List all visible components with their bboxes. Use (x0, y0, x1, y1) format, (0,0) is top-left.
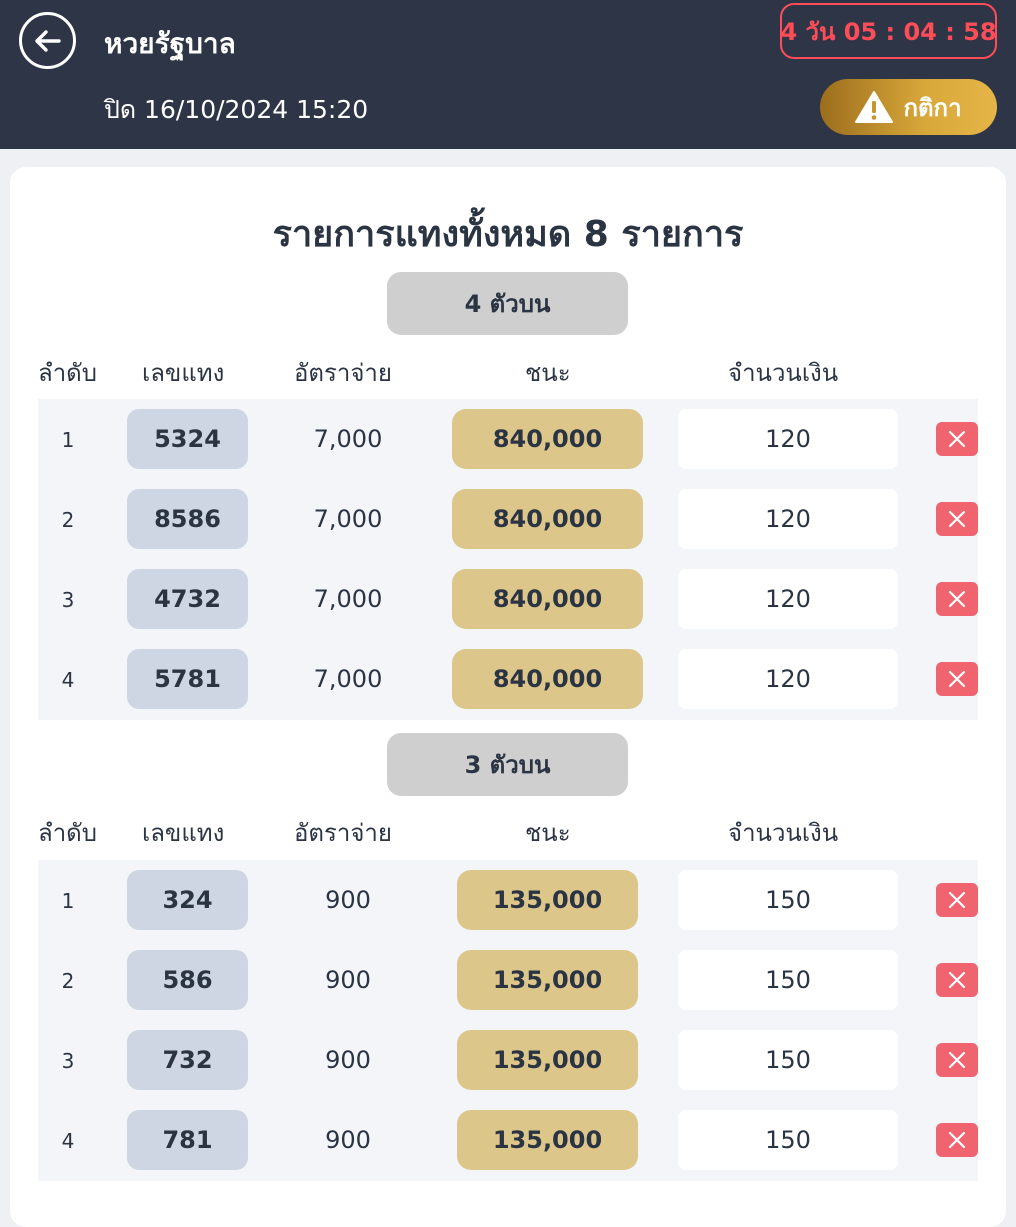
countdown-timer: 4 วัน 05 : 04 : 58 (780, 3, 997, 59)
win-amount: 135,000 (457, 950, 638, 1010)
col-header-number: เลขแทง (142, 819, 225, 847)
bet-amount-input[interactable] (678, 569, 898, 629)
col-header-rate: อัตราจ่าย (294, 359, 392, 387)
bet-number[interactable]: 5324 (127, 409, 248, 469)
bet-number[interactable]: 5781 (127, 649, 248, 709)
bet-summary: รายการแทงทั้งหมด 8 รายการ (272, 214, 744, 255)
rules-label: กติกา (903, 93, 962, 122)
payout-rate: 7,000 (313, 425, 383, 453)
bet-amount-input[interactable] (678, 1110, 898, 1170)
row-index: 1 (61, 889, 75, 913)
payout-rate: 900 (325, 1046, 371, 1074)
col-header-index: ลำดับ (38, 359, 98, 387)
delete-button[interactable] (936, 662, 978, 696)
row-index: 2 (61, 969, 75, 993)
row-index: 3 (61, 588, 75, 612)
close-icon (948, 590, 966, 608)
section-3-top-label: 3 ตัวบน (387, 733, 628, 796)
closing-time: ปิด 16/10/2024 15:20 (104, 95, 369, 124)
page-title: หวยรัฐบาล (104, 27, 236, 60)
bet-amount-input[interactable] (678, 649, 898, 709)
win-amount: 840,000 (452, 409, 643, 469)
col-header-amount: จำนวนเงิน (728, 819, 839, 847)
bet-number[interactable]: 4732 (127, 569, 248, 629)
row-index: 2 (61, 508, 75, 532)
col-header-index: ลำดับ (38, 819, 98, 847)
delete-button[interactable] (936, 1123, 978, 1157)
delete-button[interactable] (936, 883, 978, 917)
back-button[interactable] (19, 12, 76, 69)
col-header-win: ชนะ (525, 359, 571, 387)
win-amount: 840,000 (452, 649, 643, 709)
payout-rate: 900 (325, 966, 371, 994)
delete-button[interactable] (936, 963, 978, 997)
close-icon (948, 1051, 966, 1069)
win-amount: 135,000 (457, 1030, 638, 1090)
close-icon (948, 891, 966, 909)
top-bar: หวยรัฐบาล ปิด 16/10/2024 15:20 4 วัน 05 … (0, 0, 1016, 149)
bet-number[interactable]: 586 (127, 950, 248, 1010)
close-icon (948, 670, 966, 688)
payout-rate: 900 (325, 1126, 371, 1154)
row-index: 4 (61, 668, 75, 692)
delete-button[interactable] (936, 1043, 978, 1077)
warning-icon (855, 91, 894, 123)
payout-rate: 7,000 (313, 585, 383, 613)
win-amount: 135,000 (457, 1110, 638, 1170)
bet-amount-input[interactable] (678, 950, 898, 1010)
close-icon (948, 971, 966, 989)
win-amount: 135,000 (457, 870, 638, 930)
row-index: 4 (61, 1129, 75, 1153)
col-header-number: เลขแทง (142, 359, 225, 387)
payout-rate: 7,000 (313, 505, 383, 533)
win-amount: 840,000 (452, 569, 643, 629)
rules-button[interactable]: กติกา (820, 79, 997, 135)
bet-number[interactable]: 324 (127, 870, 248, 930)
win-amount: 840,000 (452, 489, 643, 549)
row-index: 3 (61, 1049, 75, 1073)
bet-amount-input[interactable] (678, 489, 898, 549)
close-icon (948, 430, 966, 448)
arrow-left-icon (34, 29, 61, 52)
section-4-top-label: 4 ตัวบน (387, 272, 628, 335)
payout-rate: 7,000 (313, 665, 383, 693)
row-index: 1 (61, 428, 75, 452)
delete-button[interactable] (936, 582, 978, 616)
close-icon (948, 1131, 966, 1149)
delete-button[interactable] (936, 422, 978, 456)
close-icon (948, 510, 966, 528)
bet-number[interactable]: 732 (127, 1030, 248, 1090)
col-header-rate: อัตราจ่าย (294, 819, 392, 847)
delete-button[interactable] (936, 502, 978, 536)
bet-amount-input[interactable] (678, 1030, 898, 1090)
bet-number[interactable]: 8586 (127, 489, 248, 549)
col-header-win: ชนะ (525, 819, 571, 847)
bet-number[interactable]: 781 (127, 1110, 248, 1170)
col-header-amount: จำนวนเงิน (728, 359, 839, 387)
bet-amount-input[interactable] (678, 409, 898, 469)
payout-rate: 900 (325, 886, 371, 914)
bet-amount-input[interactable] (678, 870, 898, 930)
